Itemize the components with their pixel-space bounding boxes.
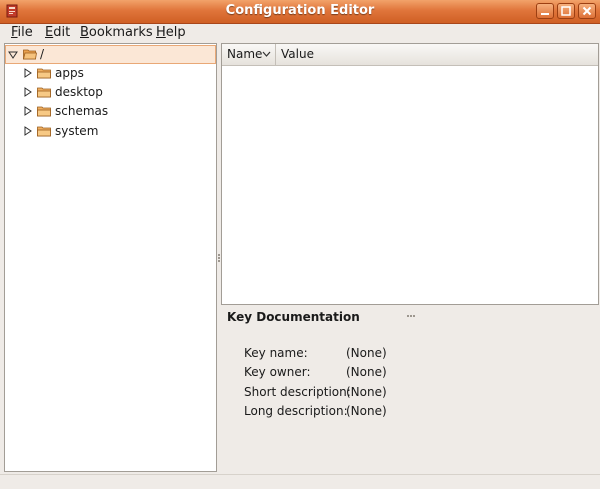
menu-bookmarks-mnemonic: B <box>80 25 89 40</box>
folder-open-icon <box>23 49 37 60</box>
list-header: Name Value <box>222 44 598 66</box>
tree-item-label: apps <box>55 66 84 80</box>
menu-file[interactable]: File <box>11 25 33 40</box>
vertical-pane-splitter[interactable] <box>218 254 220 262</box>
key-owner-label: Key owner: <box>244 365 311 379</box>
maximize-icon <box>561 6 571 16</box>
folder-icon <box>37 68 51 79</box>
column-header-name-label: Name <box>227 47 263 61</box>
long-description-value: (None) <box>346 404 387 418</box>
triangle-right-icon[interactable] <box>23 68 33 78</box>
triangle-right-icon[interactable] <box>23 106 33 116</box>
tree-item-apps[interactable]: apps <box>5 64 216 83</box>
window-title: Configuration Editor <box>225 3 375 18</box>
tree-item-schemas[interactable]: schemas <box>5 102 216 121</box>
menu-bookmarks-label: ookmarks <box>88 25 153 40</box>
key-name-label: Key name: <box>244 346 308 360</box>
triangle-right-icon[interactable] <box>23 87 33 97</box>
tree-item-label: system <box>55 124 99 138</box>
tree-item-desktop[interactable]: desktop <box>5 83 216 102</box>
triangle-right-icon[interactable] <box>23 126 33 136</box>
short-description-label: Short description: <box>244 385 351 399</box>
maximize-button[interactable] <box>557 3 575 19</box>
menu-edit[interactable]: Edit <box>45 25 70 40</box>
menu-edit-label: dit <box>53 25 71 40</box>
close-icon <box>582 6 592 16</box>
triangle-down-icon[interactable] <box>8 50 18 60</box>
status-bar <box>0 474 600 489</box>
tree-item-label: / <box>40 47 45 61</box>
menu-help[interactable]: Help <box>156 25 186 40</box>
column-header-value[interactable]: Value <box>276 44 314 65</box>
minimize-icon <box>541 13 549 15</box>
title-bar[interactable]: Configuration Editor <box>0 0 600 24</box>
horizontal-pane-splitter[interactable] <box>407 306 417 317</box>
column-header-value-label: Value <box>281 47 314 61</box>
directory-tree[interactable]: / apps desktop schemas system <box>4 43 217 472</box>
menu-bar: File Edit Bookmarks Help <box>0 23 600 43</box>
key-owner-value: (None) <box>346 365 387 379</box>
config-editor-window: Configuration Editor File Edit Bookmarks… <box>0 0 600 488</box>
chevron-down-icon <box>262 51 271 57</box>
key-documentation-heading: Key Documentation <box>227 310 360 324</box>
tree-item-label: schemas <box>55 104 109 118</box>
column-header-name[interactable]: Name <box>222 44 276 65</box>
menu-help-mnemonic: H <box>156 25 166 40</box>
minimize-button[interactable] <box>536 3 554 19</box>
menu-edit-mnemonic: E <box>45 25 54 40</box>
menu-file-label: ile <box>17 25 33 40</box>
tree-item-system[interactable]: system <box>5 122 216 141</box>
close-button[interactable] <box>578 3 596 19</box>
folder-icon <box>37 126 51 137</box>
key-name-value: (None) <box>346 346 387 360</box>
tree-item-label: desktop <box>55 85 103 99</box>
long-description-label: Long description: <box>244 404 348 418</box>
key-list[interactable]: Name Value <box>221 43 599 305</box>
menu-help-label: elp <box>165 25 186 40</box>
folder-icon <box>37 106 51 117</box>
short-description-value: (None) <box>346 385 387 399</box>
tree-item-root[interactable]: / <box>5 45 216 64</box>
menu-bookmarks[interactable]: Bookmarks <box>80 25 153 40</box>
folder-icon <box>37 87 51 98</box>
